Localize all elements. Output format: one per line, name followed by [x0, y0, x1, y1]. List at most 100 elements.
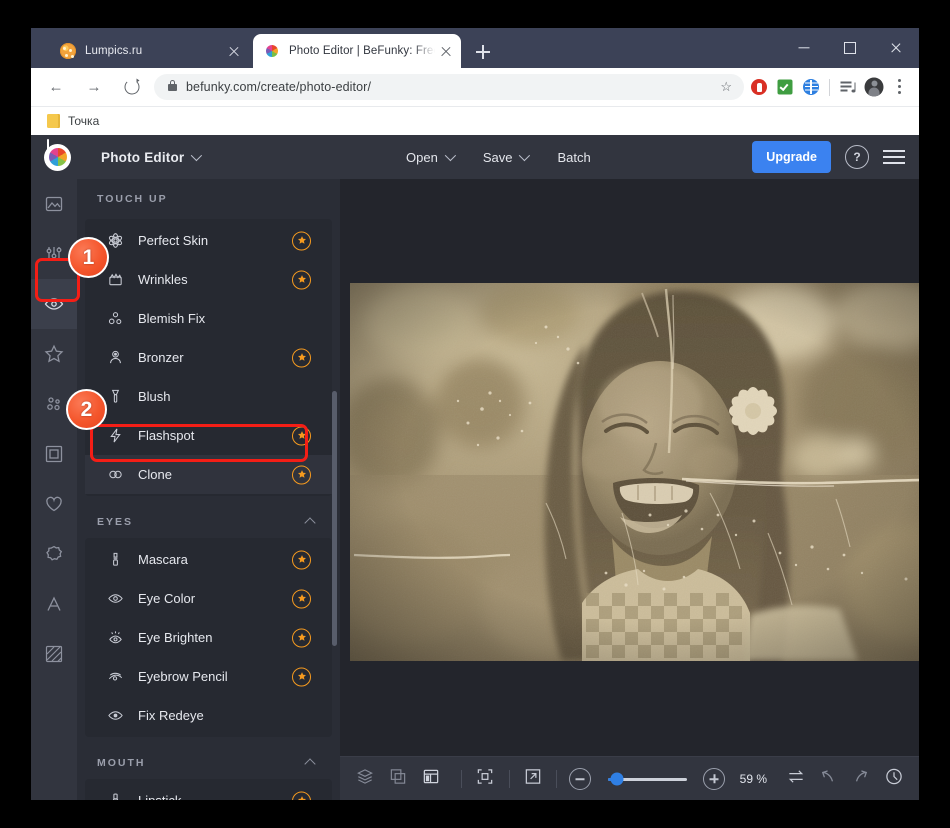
close-tab-icon[interactable]	[223, 40, 245, 62]
address-bar[interactable]: befunky.com/create/photo-editor/ ☆	[154, 74, 744, 100]
list-item-label: Flashspot	[138, 428, 195, 443]
browser-nav-bar: ← → befunky.com/create/photo-editor/ ☆	[31, 68, 919, 106]
panel-layout-icon[interactable]	[414, 757, 447, 800]
profile-avatar-icon[interactable]	[861, 72, 887, 102]
premium-star-badge	[292, 231, 311, 250]
list-item-clone[interactable]: Clone	[85, 455, 332, 494]
layers-icon[interactable]	[349, 757, 382, 800]
close-icon[interactable]	[873, 28, 919, 68]
toolbar-divider	[829, 78, 830, 96]
fullscreen-icon[interactable]	[517, 757, 550, 800]
zoom-slider-knob[interactable]	[610, 772, 624, 786]
forward-icon[interactable]: →	[78, 71, 110, 103]
lock-icon	[168, 79, 177, 91]
bronzer-icon	[105, 348, 125, 368]
zoom-out-button[interactable]	[564, 757, 597, 800]
reading-list-icon[interactable]	[835, 72, 861, 102]
globe-extension-icon[interactable]	[798, 72, 824, 102]
checkmark-extension-icon[interactable]	[772, 72, 798, 102]
section-header-mouth[interactable]: MOUTH	[77, 747, 340, 779]
new-tab-icon[interactable]	[471, 40, 495, 64]
panel-scrollbar[interactable]	[332, 391, 337, 646]
befunky-app: Photo Editor Open Save Batch Upgrade ? T…	[31, 135, 919, 800]
list-item-lipstick[interactable]: Lipstick	[85, 781, 332, 800]
mascara-icon	[105, 550, 125, 570]
chrome-menu-icon[interactable]	[887, 72, 913, 102]
list-item-eye-brighten[interactable]: Eye Brighten	[85, 618, 332, 657]
graphics-badge-icon	[44, 544, 64, 564]
zoom-slider[interactable]	[607, 772, 687, 786]
url-text: befunky.com/create/photo-editor/	[186, 80, 372, 94]
section-title: MOUTH	[97, 757, 146, 769]
window-controls	[781, 28, 919, 68]
list-item-fix-redeye[interactable]: Fix Redeye	[85, 696, 332, 735]
list-item-label: Perfect Skin	[138, 233, 209, 248]
section-header-eyes[interactable]: EYES	[77, 506, 340, 538]
rail-item-textures[interactable]	[31, 629, 77, 679]
save-button[interactable]: Save	[471, 143, 540, 172]
list-item-bronzer[interactable]: Bronzer	[85, 338, 332, 377]
help-label: ?	[853, 150, 861, 164]
frames-square-icon	[44, 444, 64, 464]
overlays-heart-icon	[44, 494, 64, 514]
bookmark-tochka[interactable]: Точка	[42, 112, 104, 130]
photo-image	[350, 283, 919, 661]
list-item-label: Eye Brighten	[138, 630, 213, 645]
open-label: Open	[406, 149, 438, 165]
undo-icon[interactable]	[812, 757, 845, 800]
list-item-eyebrow-pencil[interactable]: Eyebrow Pencil	[85, 657, 332, 696]
browser-tab-befunky[interactable]: Photo Editor | BeFunky: Free Onli	[253, 34, 461, 68]
list-item-blemish-fix[interactable]: Blemish Fix	[85, 299, 332, 338]
browser-tab-lumpics[interactable]: Lumpics.ru	[49, 34, 249, 68]
workspace: TOUCH UP Perfect Skin Wrinkles Blemish F…	[31, 179, 919, 800]
mode-selector[interactable]: Photo Editor	[90, 144, 210, 171]
rail-item-text[interactable]	[31, 579, 77, 629]
fit-to-screen-icon[interactable]	[469, 757, 502, 800]
photo-canvas[interactable]	[350, 283, 919, 661]
list-item-flashspot[interactable]: Flashspot	[85, 416, 332, 455]
lipstick-icon	[105, 791, 125, 800]
chevron-down-icon	[444, 149, 456, 162]
maximize-icon[interactable]	[827, 28, 873, 68]
hamburger-menu-icon[interactable]	[883, 149, 905, 165]
befunky-favicon	[264, 43, 280, 59]
reload-icon[interactable]	[116, 71, 148, 103]
fix-redeye-icon	[105, 706, 125, 726]
list-item-blush[interactable]: Blush	[85, 377, 332, 416]
compare-swap-icon[interactable]	[779, 757, 812, 800]
extensions-group	[746, 72, 913, 102]
bookmark-star-icon[interactable]: ☆	[720, 79, 732, 95]
rail-item-effects[interactable]	[31, 329, 77, 379]
upgrade-button[interactable]: Upgrade	[752, 141, 831, 173]
app-header: Photo Editor Open Save Batch Upgrade ?	[31, 135, 919, 179]
rail-item-touch-up[interactable]	[31, 279, 77, 329]
list-item-label: Blemish Fix	[138, 311, 206, 326]
close-tab-icon[interactable]	[435, 40, 457, 62]
list-item-eye-color[interactable]: Eye Color	[85, 579, 332, 618]
batch-button[interactable]: Batch	[545, 143, 602, 172]
rail-item-image[interactable]	[31, 179, 77, 229]
screenshot-root: Lumpics.ru Photo Editor | BeFunky: Free …	[0, 0, 950, 828]
minimize-icon[interactable]	[781, 28, 827, 68]
adblock-icon[interactable]	[746, 72, 772, 102]
list-item-perfect-skin[interactable]: Perfect Skin	[85, 221, 332, 260]
browser-window: Lumpics.ru Photo Editor | BeFunky: Free …	[31, 28, 919, 800]
toolbar-divider	[461, 770, 462, 788]
transparency-icon[interactable]	[382, 757, 415, 800]
eye-color-icon	[105, 589, 125, 609]
rail-item-graphics[interactable]	[31, 529, 77, 579]
history-clock-icon[interactable]	[877, 757, 910, 800]
redo-icon[interactable]	[845, 757, 878, 800]
image-icon	[44, 194, 64, 214]
list-item-label: Eyebrow Pencil	[138, 669, 228, 684]
tool-rail	[31, 179, 77, 800]
wrinkles-icon	[105, 270, 125, 290]
open-button[interactable]: Open	[394, 143, 465, 172]
rail-item-overlays[interactable]	[31, 479, 77, 529]
back-icon[interactable]: ←	[40, 71, 72, 103]
list-item-mascara[interactable]: Mascara	[85, 540, 332, 579]
list-item-wrinkles[interactable]: Wrinkles	[85, 260, 332, 299]
zoom-in-button[interactable]	[698, 757, 731, 800]
rail-item-frames[interactable]	[31, 429, 77, 479]
help-icon[interactable]: ?	[845, 145, 869, 169]
